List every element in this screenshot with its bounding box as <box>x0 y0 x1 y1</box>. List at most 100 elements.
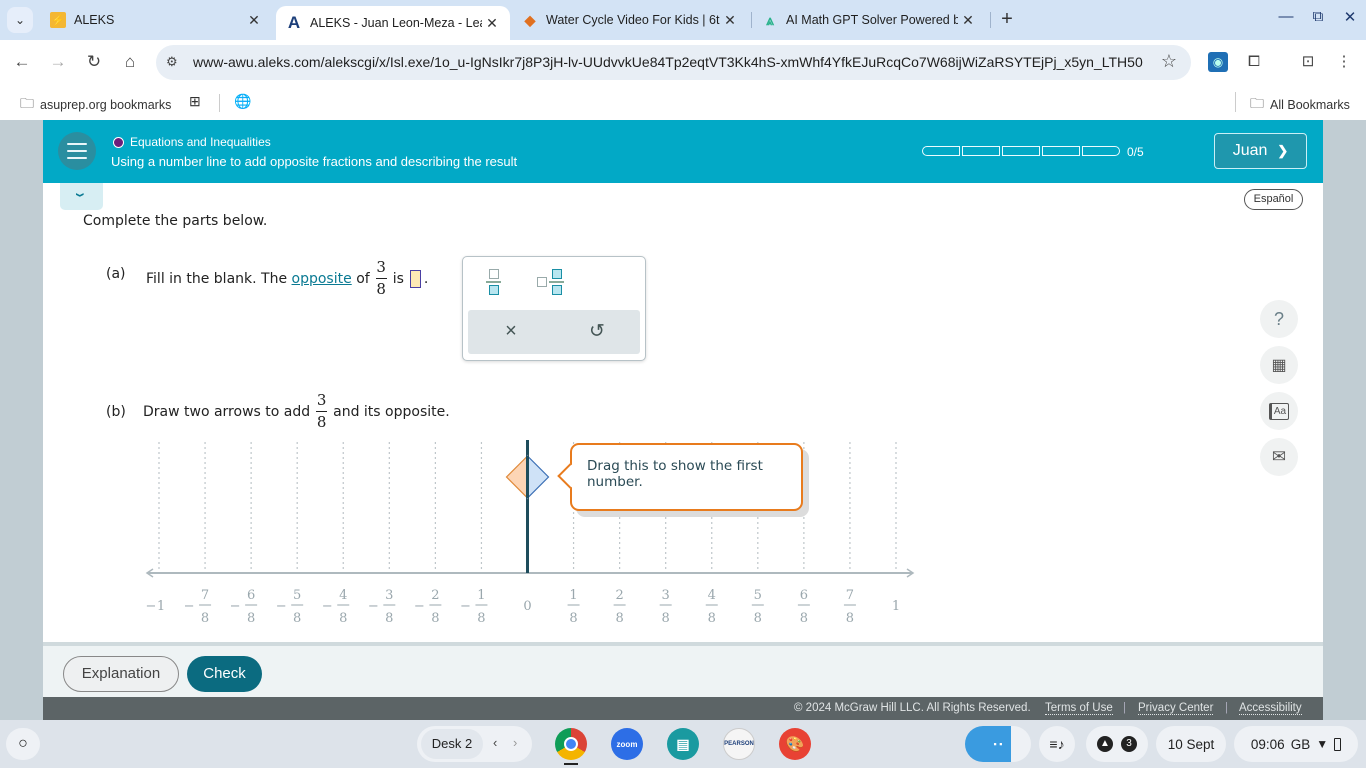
cast-icon[interactable]: ⊡ <box>1298 52 1318 72</box>
tick-numerator: 2 <box>431 588 439 603</box>
tab-aleks-lesson[interactable]: A ALEKS - Juan Leon-Meza - Lear ✕ <box>276 6 510 40</box>
tab-search-button[interactable]: ⌄ <box>7 7 33 33</box>
drag-handle-right[interactable] <box>526 454 550 500</box>
screen-capture-pod[interactable]: ▪ ▪ <box>965 726 1031 762</box>
zoom-app-icon[interactable]: zoom <box>611 728 643 760</box>
aleks-page: Equations and Inequalities Using a numbe… <box>43 120 1323 720</box>
plus-icon: + <box>1001 8 1013 30</box>
classroom-app-icon[interactable]: ▤ <box>667 728 699 760</box>
tick-numerator: 3 <box>662 588 670 603</box>
tick-label: 4 8− <box>322 588 350 626</box>
user-menu-button[interactable]: Juan ❯ <box>1214 133 1307 169</box>
tick-denominator: 8 <box>569 611 577 626</box>
reload-icon: ↻ <box>86 52 102 71</box>
part-a: (a) Fill in the blank. The opposite of 3… <box>106 258 429 298</box>
fraction-key[interactable] <box>486 269 501 295</box>
tab-ai-math[interactable]: ⩓ AI Math GPT Solver Powered by ✕ <box>752 0 986 40</box>
tick-numerator: 7 <box>201 588 209 603</box>
divider <box>219 94 220 112</box>
date-pod[interactable]: 10 Sept <box>1156 726 1226 762</box>
collapse-header-button[interactable]: › <box>60 183 103 210</box>
url-text[interactable]: www-awu.aleks.com/alekscgi/x/Isl.exe/1o_… <box>193 54 1143 70</box>
new-tab-button[interactable]: + <box>995 8 1019 32</box>
extension-globe-icon[interactable]: ◉ <box>1208 52 1228 72</box>
tick-sign: − <box>460 599 471 614</box>
tick-numerator: 1 <box>569 588 577 603</box>
progress-label: 0/5 <box>1127 145 1144 159</box>
mixed-number-key[interactable] <box>537 269 564 295</box>
tick-label: 7 8− <box>184 588 212 626</box>
topic-dot-icon <box>113 136 124 148</box>
more-menu-icon[interactable]: ⋮ <box>1334 52 1354 72</box>
close-tab-icon[interactable]: ✕ <box>720 12 740 29</box>
espanol-button[interactable]: Español <box>1244 189 1303 210</box>
compass-icon: ⩓ <box>766 11 774 28</box>
tab-separator <box>990 12 991 28</box>
drag-handle-left[interactable] <box>505 454 529 500</box>
launcher-button[interactable]: ○ <box>6 728 40 760</box>
desk-name[interactable]: Desk 2 <box>421 729 483 759</box>
tick-label: 48 <box>705 588 718 626</box>
undo-button[interactable]: ↺ <box>582 320 612 343</box>
browser-toolbar: ← → ↻ ⌂ ⚙ www-awu.aleks.com/alekscgi/x/I… <box>0 40 1366 84</box>
tab-aleks[interactable]: ⚡ ALEKS ✕ <box>40 0 272 40</box>
help-button[interactable]: ? <box>1260 300 1298 338</box>
menu-button[interactable] <box>58 132 96 170</box>
notification-count: 3 <box>1121 736 1137 752</box>
aleks-logo-icon: ⚡ <box>50 12 66 28</box>
lesson-title: Using a number line to add opposite frac… <box>111 154 518 169</box>
fraction-three-eighths: 3 8 <box>375 258 387 298</box>
aleks-a-icon: A <box>287 13 301 32</box>
tab-water-cycle[interactable]: ◆ Water Cycle Video For Kids | 6th ✕ <box>512 0 748 40</box>
check-button[interactable]: Check <box>187 656 262 692</box>
paint-app-icon[interactable]: 🎨 <box>779 728 811 760</box>
restore-button[interactable]: ⧉ <box>1306 8 1330 25</box>
status-tray[interactable]: 09:06 GB ▼ <box>1234 726 1358 762</box>
accessibility-link[interactable]: Accessibility <box>1239 702 1302 715</box>
site-info-icon[interactable]: ⚙ <box>166 54 178 70</box>
home-icon: ⌂ <box>124 52 136 71</box>
terms-link[interactable]: Terms of Use <box>1045 702 1113 715</box>
page-footer: © 2024 McGraw Hill LLC. All Rights Reser… <box>43 697 1323 720</box>
forward-button[interactable]: → <box>46 50 70 74</box>
prev-desk-icon[interactable]: ‹ <box>493 735 497 750</box>
calculator-button[interactable]: ▦ <box>1260 346 1298 384</box>
media-controls-button[interactable]: ≡♪ <box>1039 726 1075 762</box>
lesson-header: Equations and Inequalities Using a numbe… <box>43 120 1323 183</box>
close-window-button[interactable]: ✕ <box>1338 8 1362 26</box>
close-tab-icon[interactable]: ✕ <box>244 12 264 29</box>
extensions-puzzle-icon[interactable]: ⧠ <box>1244 52 1264 72</box>
message-button[interactable]: ✉ <box>1260 438 1298 476</box>
all-bookmarks-button[interactable]: 🗀 All Bookmarks <box>1250 93 1350 117</box>
privacy-link[interactable]: Privacy Center <box>1138 702 1214 715</box>
explanation-button[interactable]: Explanation <box>63 656 179 692</box>
dictionary-button[interactable]: Aa <box>1260 392 1298 430</box>
reload-button[interactable]: ↻ <box>82 50 106 74</box>
back-button[interactable]: ← <box>10 50 34 74</box>
close-icon: ✕ <box>1343 9 1357 26</box>
message-icon: ✉ <box>1271 447 1287 466</box>
browser-tab-bar: ⌄ ⚡ ALEKS ✕ A ALEKS - Juan Leon-Meza - L… <box>0 0 1366 40</box>
tick-sign: − <box>146 599 157 614</box>
address-bar[interactable]: ⚙ www-awu.aleks.com/alekscgi/x/Isl.exe/1… <box>156 45 1191 80</box>
tick-label: 58 <box>751 588 764 626</box>
next-desk-icon[interactable]: › <box>513 735 517 750</box>
apps-grid-button[interactable]: ⊞ <box>189 93 201 110</box>
home-button[interactable]: ⌂ <box>118 50 142 74</box>
bookmark-folder-asuprep[interactable]: 🗀 asuprep.org bookmarks <box>20 93 171 117</box>
bookmark-star-icon[interactable]: ☆ <box>1161 51 1177 72</box>
tick-denominator: 8 <box>201 611 209 626</box>
battery-icon <box>1334 737 1342 751</box>
tick-sign: − <box>276 599 287 614</box>
tick-denominator: 8 <box>431 611 439 626</box>
close-tab-icon[interactable]: ✕ <box>482 15 502 32</box>
close-tab-icon[interactable]: ✕ <box>958 12 978 29</box>
globe-bookmark[interactable]: 🌐 <box>234 93 251 110</box>
clear-button[interactable]: × <box>496 320 526 343</box>
answer-input[interactable] <box>409 269 421 288</box>
notifications-pod[interactable]: ▲ 3 <box>1086 726 1148 762</box>
chrome-app-icon[interactable] <box>555 728 587 760</box>
opposite-link[interactable]: opposite <box>292 271 352 287</box>
pearson-app-icon[interactable]: PEARSON <box>723 728 755 760</box>
minimize-button[interactable]: — <box>1274 8 1298 25</box>
